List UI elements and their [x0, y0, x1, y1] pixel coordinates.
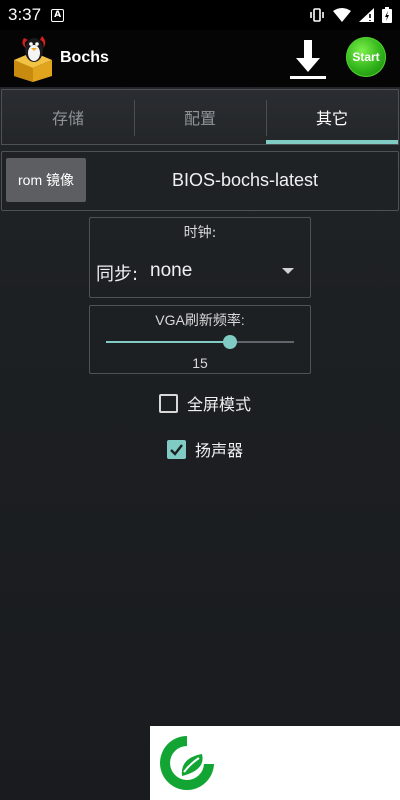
- slider-thumb[interactable]: [223, 335, 238, 349]
- vga-refresh-slider[interactable]: [106, 332, 294, 352]
- dropdown-arrow-icon: [282, 268, 294, 274]
- action-bar: Bochs Start: [0, 30, 400, 87]
- app-title: Bochs: [60, 49, 109, 66]
- tab-storage[interactable]: 存储: [2, 90, 134, 144]
- rom-value: BIOS-bochs-latest: [171, 170, 319, 190]
- download-icon[interactable]: [286, 36, 330, 82]
- bochs-logo-icon: [14, 36, 52, 82]
- fullscreen-option[interactable]: 全屏模式: [159, 391, 251, 415]
- status-icons: [309, 7, 392, 23]
- fullscreen-checkbox[interactable]: [159, 393, 178, 413]
- clock-caption: 时钟:: [183, 225, 217, 241]
- start-button[interactable]: Start: [346, 37, 386, 77]
- rom-row: rom 镜像 BIOS-bochs-latest: [1, 151, 399, 211]
- rom-image-button[interactable]: rom 镜像: [6, 158, 86, 202]
- checkmark-icon: [170, 443, 183, 456]
- clock-sync-select[interactable]: none: [150, 254, 302, 288]
- vga-caption: VGA刷新频率:: [155, 312, 245, 328]
- battery-icon: [382, 7, 392, 23]
- tab-label: 存储: [51, 109, 84, 128]
- vga-group: VGA刷新频率: 15: [89, 305, 311, 374]
- vga-refresh-value: 15: [192, 355, 208, 371]
- speaker-option[interactable]: 扬声器: [167, 437, 243, 461]
- vibrate-icon: [310, 8, 324, 22]
- start-button-label: Start: [352, 50, 380, 64]
- slider-fill: [106, 341, 231, 343]
- notification-icon: A: [51, 8, 65, 22]
- wifi-icon: [333, 8, 351, 22]
- brand-logo-icon: [160, 736, 214, 790]
- signal-icon: [359, 8, 374, 22]
- tab-label: 其它: [315, 109, 348, 128]
- clock-sync-label: 同步:: [96, 264, 139, 285]
- tab-other[interactable]: 其它: [266, 90, 398, 144]
- status-time: 3:37: [8, 5, 42, 24]
- brand-banner: [150, 726, 400, 800]
- clock-sync-value: none: [150, 260, 193, 281]
- app-screen: 3:37 A Bochs Start 存储 配置 其它 rom 镜像 BIOS-…: [0, 0, 400, 800]
- clock-group: 时钟: 同步: none: [89, 217, 311, 298]
- tab-label: 配置: [183, 109, 216, 128]
- tab-bar: 存储 配置 其它: [1, 89, 399, 145]
- status-bar: 3:37 A: [0, 0, 400, 30]
- speaker-checkbox[interactable]: [167, 439, 186, 459]
- fullscreen-label: 全屏模式: [187, 395, 252, 414]
- tab-config[interactable]: 配置: [134, 90, 266, 144]
- speaker-label: 扬声器: [195, 441, 244, 460]
